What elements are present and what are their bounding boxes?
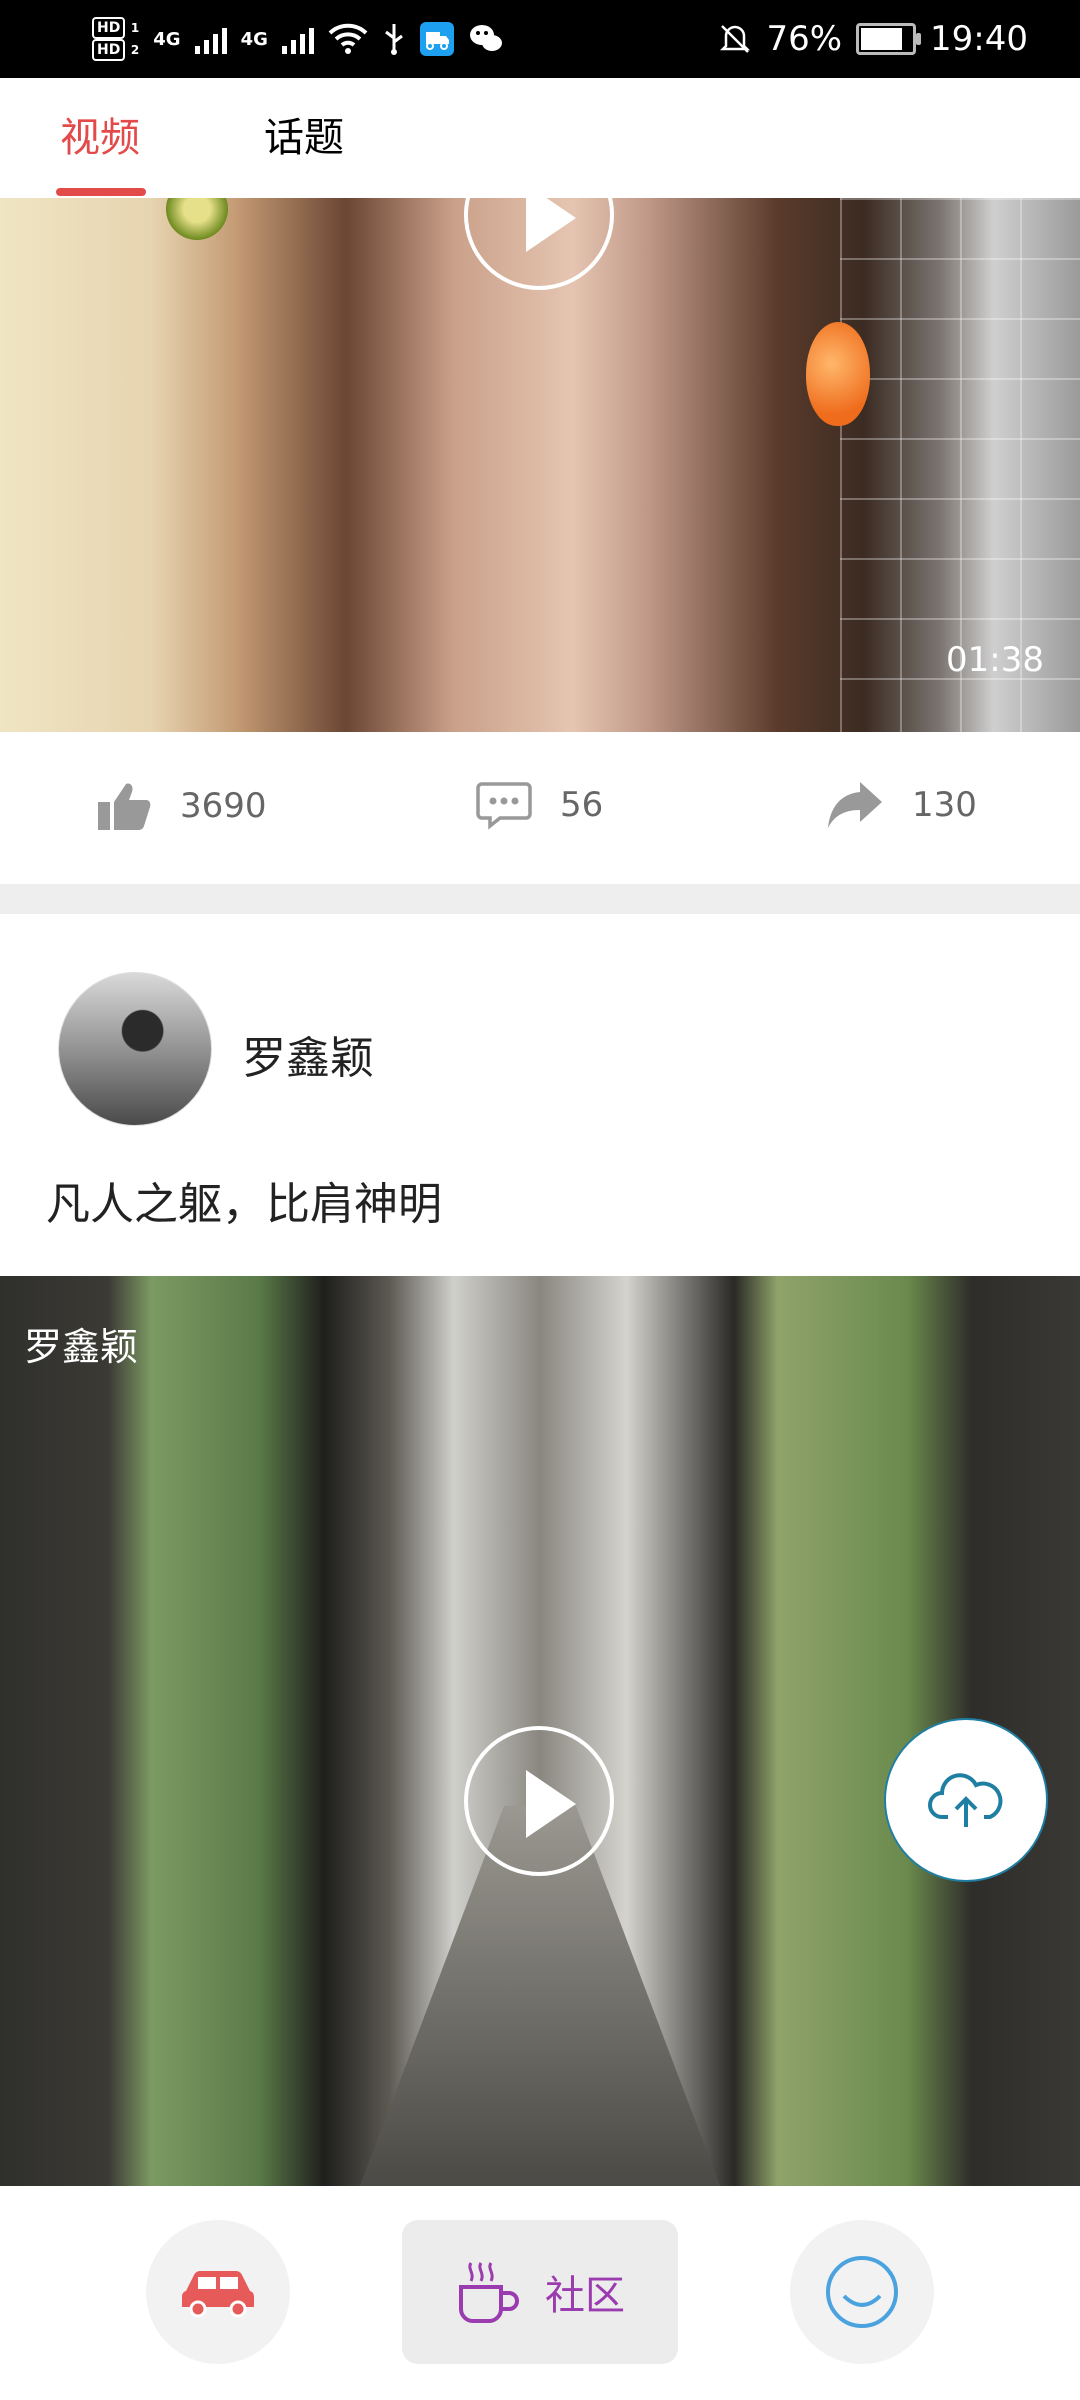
- kiwi-sticker: [166, 198, 228, 240]
- battery-icon: [856, 23, 922, 55]
- nav-profile[interactable]: [790, 2220, 934, 2364]
- video-duration: 01:38: [946, 640, 1044, 680]
- wechat-icon: [469, 25, 502, 51]
- peach-sticker: [806, 322, 870, 426]
- hd-badge-1: HD: [92, 17, 126, 39]
- hd-indicators: HD 1 HD 2: [92, 17, 139, 61]
- status-right: 76% 19:40: [718, 10, 1028, 68]
- battery-percent: 76%: [766, 19, 843, 59]
- tab-topic[interactable]: 话题: [264, 116, 344, 160]
- nav-community-label: 社区: [545, 2273, 625, 2319]
- video-overlay-username: 罗鑫颖: [24, 1325, 139, 1369]
- comment-count: 56: [560, 785, 604, 825]
- video-thumbnail-1[interactable]: 01:38: [0, 198, 1080, 732]
- nav-car[interactable]: [146, 2220, 290, 2364]
- avatar[interactable]: [58, 972, 212, 1126]
- play-button-1[interactable]: [464, 198, 614, 290]
- share-count: 130: [912, 785, 977, 825]
- like-button[interactable]: 3690: [96, 780, 267, 832]
- wifi-icon: [328, 23, 368, 54]
- thumbs-up-icon: [98, 783, 151, 830]
- car-icon: [182, 2271, 254, 2317]
- nav-community[interactable]: 社区: [402, 2220, 678, 2364]
- network-type-1: 4G: [153, 28, 181, 50]
- share-icon: [828, 782, 882, 828]
- smile-icon: [826, 2256, 898, 2328]
- post-caption: 凡人之躯，比肩神明: [46, 1179, 442, 1230]
- signal-icon-2: [281, 24, 314, 54]
- delivery-app-icon: [419, 22, 454, 56]
- cloud-upload-icon: [928, 1773, 1003, 1827]
- post-actions: 3690 56 130: [0, 732, 1080, 884]
- status-left: HD 1 HD 2 4G 4G: [92, 10, 504, 68]
- comment-icon: [476, 782, 532, 830]
- comment-button[interactable]: 56: [476, 780, 603, 830]
- active-tab-indicator: [56, 188, 146, 196]
- tab-bar: 视频 话题: [0, 78, 1080, 198]
- network-type-2: 4G: [240, 28, 268, 50]
- hd-badge-2: HD: [92, 39, 126, 61]
- section-divider: [0, 884, 1080, 914]
- signal-icon: [194, 24, 227, 54]
- video-thumbnail-2[interactable]: 罗鑫颖: [0, 1276, 1080, 2186]
- usb-icon: [385, 24, 403, 55]
- bell-muted-icon: [720, 25, 751, 53]
- clock: 19:40: [930, 19, 1028, 59]
- tab-video[interactable]: 视频: [60, 116, 140, 160]
- bottom-navigation: 社区: [0, 2186, 1080, 2400]
- post-username[interactable]: 罗鑫颖: [242, 1022, 374, 1086]
- status-bar: HD 1 HD 2 4G 4G 76% 19:40: [0, 0, 1080, 78]
- like-count: 3690: [180, 786, 267, 826]
- share-button[interactable]: 130: [826, 780, 977, 830]
- play-button-2[interactable]: [464, 1726, 614, 1876]
- battery-fill: [861, 28, 903, 50]
- coffee-cup-icon: [459, 2262, 519, 2323]
- post-card: 罗鑫颖 凡人之躯，比肩神明: [0, 914, 1080, 1276]
- upload-button[interactable]: [884, 1718, 1048, 1882]
